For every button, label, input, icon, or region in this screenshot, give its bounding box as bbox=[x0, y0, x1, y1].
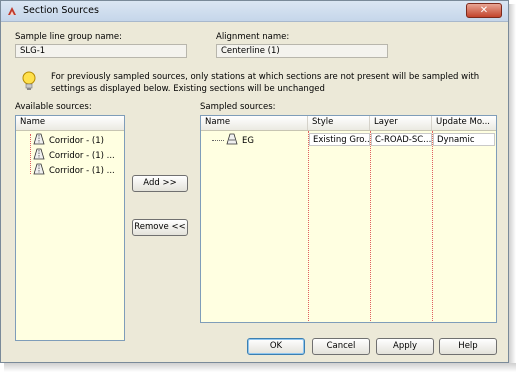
column-header-name[interactable]: Name bbox=[201, 116, 308, 130]
column-divider bbox=[370, 131, 371, 322]
alignment-name-label: Alignment name: bbox=[216, 32, 290, 42]
corridor-icon bbox=[33, 133, 45, 145]
sample-line-group-label: Sample line group name: bbox=[15, 32, 122, 42]
tree-connector bbox=[30, 134, 31, 174]
list-item-label: Corridor - (1) ... bbox=[49, 166, 115, 176]
column-header-style[interactable]: Style bbox=[308, 116, 370, 130]
corridor-icon bbox=[33, 148, 45, 160]
sample-line-group-field: SLG-1 bbox=[15, 44, 187, 58]
corridor-icon bbox=[33, 163, 45, 175]
available-sources-list[interactable]: Name Corridor - (1) Corridor - (1) ... C… bbox=[15, 115, 125, 341]
apply-button[interactable]: Apply bbox=[376, 338, 434, 355]
column-header-update-mode[interactable]: Update Mo... bbox=[432, 116, 496, 130]
list-item-label: Corridor - (1) ... bbox=[49, 151, 115, 161]
column-divider bbox=[432, 131, 433, 322]
add-button[interactable]: Add >> bbox=[132, 175, 188, 192]
section-sources-dialog: Section Sources ✕ Sample line group name… bbox=[0, 0, 509, 363]
close-button[interactable]: ✕ bbox=[466, 3, 502, 18]
cancel-button[interactable]: Cancel bbox=[312, 338, 370, 355]
remove-button[interactable]: Remove << bbox=[132, 219, 188, 236]
surface-icon bbox=[226, 133, 238, 145]
list-item[interactable]: Corridor - (1) ... bbox=[33, 148, 115, 162]
row-name-cell: EG bbox=[201, 133, 308, 146]
ok-button[interactable]: OK bbox=[247, 338, 305, 355]
available-header: Name bbox=[16, 116, 124, 131]
close-icon: ✕ bbox=[479, 5, 489, 16]
title-bar[interactable]: Section Sources ✕ bbox=[1, 1, 508, 22]
column-header-name[interactable]: Name bbox=[16, 116, 124, 130]
row-update-mode-cell[interactable]: Dynamic bbox=[433, 133, 495, 146]
sampled-header: Name Style Layer Update Mo... bbox=[201, 116, 496, 131]
window-title: Section Sources bbox=[23, 5, 99, 16]
help-button[interactable]: Help bbox=[439, 338, 497, 355]
civil3d-app-icon bbox=[8, 7, 16, 15]
info-message: For previously sampled sources, only sta… bbox=[51, 72, 480, 94]
list-item[interactable]: Corridor - (1) bbox=[33, 133, 104, 147]
available-sources-label: Available sources: bbox=[15, 102, 92, 112]
column-header-layer[interactable]: Layer bbox=[370, 116, 432, 130]
alignment-name-field: Centerline (1) bbox=[216, 44, 388, 58]
tree-connector bbox=[212, 140, 224, 141]
column-divider bbox=[308, 131, 309, 322]
sampled-sources-table[interactable]: Name Style Layer Update Mo... EG Existin… bbox=[200, 115, 497, 323]
window-shadow bbox=[4, 363, 516, 372]
lightbulb-icon bbox=[22, 71, 36, 90]
row-style-cell[interactable]: Existing Gro... bbox=[309, 133, 370, 146]
window-shadow bbox=[509, 4, 516, 367]
list-item-label: Corridor - (1) bbox=[49, 136, 104, 146]
table-row[interactable]: EG Existing Gro... C-ROAD-SC... Dynamic bbox=[201, 133, 496, 147]
row-layer-cell[interactable]: C-ROAD-SC... bbox=[371, 133, 432, 146]
sampled-sources-label: Sampled sources: bbox=[200, 102, 276, 112]
row-name-label: EG bbox=[242, 136, 254, 146]
list-item[interactable]: Corridor - (1) ... bbox=[33, 163, 115, 177]
